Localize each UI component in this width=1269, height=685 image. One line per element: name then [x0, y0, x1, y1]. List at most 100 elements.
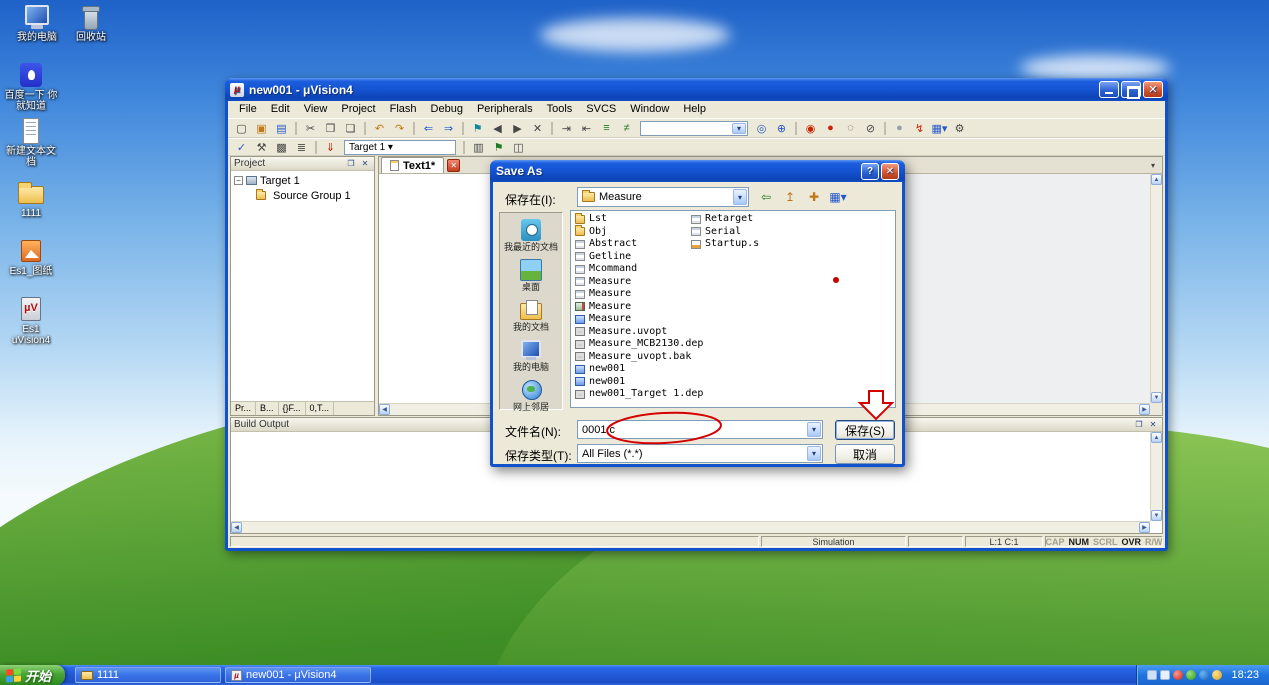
new-folder-button[interactable]: ✚ — [803, 187, 825, 207]
simulation-sphere-button[interactable]: ● — [890, 120, 909, 136]
navigate-forward-button[interactable]: ⇒ — [439, 120, 458, 136]
chevron-down-icon[interactable]: ▾ — [733, 189, 747, 205]
build-vertical-scrollbar[interactable]: ▲ ▼ — [1150, 432, 1162, 521]
outdent-button[interactable]: ⇤ — [577, 120, 596, 136]
maximize-button[interactable] — [1121, 81, 1141, 99]
toolbar-separator[interactable] — [795, 121, 797, 135]
find-button[interactable]: ◎ — [752, 120, 771, 136]
file-item[interactable]: Mcommand — [575, 263, 703, 276]
download-button[interactable]: ⇓ — [321, 139, 340, 155]
tray-safety-icon[interactable] — [1186, 670, 1197, 680]
toolbar-separator[interactable] — [364, 121, 366, 135]
open-file-button[interactable]: ▣ — [252, 120, 271, 136]
file-item[interactable]: Startup.s — [691, 238, 759, 251]
tree-item-source-group[interactable]: Source Group 1 — [234, 188, 374, 203]
bookmark-toggle-button[interactable]: ⚑ — [468, 120, 487, 136]
file-item[interactable]: Lst — [575, 212, 703, 226]
place-my-computer[interactable]: 我的电脑 — [501, 339, 561, 372]
toolbar-separator[interactable] — [315, 140, 317, 154]
select-target-button[interactable]: ▥ — [469, 139, 488, 155]
menu-flash[interactable]: Flash — [383, 101, 424, 118]
taskbar-clock[interactable]: 18:23 — [1231, 669, 1259, 681]
panel-dock-button[interactable]: ❐ — [1133, 419, 1145, 430]
toolbar-separator[interactable] — [463, 140, 465, 154]
uncomment-button[interactable]: ≠ — [617, 120, 636, 136]
toolbar-separator[interactable] — [462, 121, 464, 135]
tray-network-icon[interactable] — [1199, 670, 1210, 680]
file-item[interactable]: Measure — [575, 276, 703, 289]
target-select-combo[interactable]: Target 1 ▾ — [344, 139, 456, 155]
configure-button[interactable]: ⚙ — [950, 120, 969, 136]
desktop-icon-my-computer[interactable]: 我的电脑 — [8, 4, 66, 43]
tree-item-target[interactable]: − Target 1 — [234, 173, 374, 188]
panel-dock-button[interactable]: ❐ — [345, 158, 357, 169]
panel-close-button[interactable]: ✕ — [1147, 419, 1159, 430]
view-menu-button[interactable]: ▦▾ — [827, 187, 849, 207]
menu-project[interactable]: Project — [334, 101, 382, 118]
breakpoint-toggle-button[interactable]: ● — [821, 120, 840, 136]
save-in-combo[interactable]: Measure ▾ — [577, 187, 749, 207]
copy-button[interactable]: ❐ — [321, 120, 340, 136]
file-item[interactable]: Obj — [575, 225, 703, 239]
file-item[interactable]: new001 — [575, 363, 703, 376]
place-my-documents[interactable]: 我的文档 — [501, 299, 561, 332]
file-item[interactable]: Measure — [575, 301, 703, 314]
find-combo[interactable]: ▾ — [640, 120, 748, 136]
scroll-down-button[interactable]: ▼ — [1151, 392, 1162, 403]
back-button[interactable]: ⇦ — [755, 187, 777, 207]
up-level-button[interactable]: ↥ — [779, 187, 801, 207]
rebuild-button[interactable]: ▩ — [272, 139, 291, 155]
file-item[interactable]: Measure_MCB2130.dep — [575, 338, 703, 351]
tray-display-icon[interactable] — [1147, 670, 1158, 680]
help-button[interactable]: ? — [861, 162, 879, 180]
scroll-left-button[interactable]: ◀ — [379, 404, 390, 415]
toolbar-separator[interactable] — [413, 121, 415, 135]
translate-button[interactable]: ✓ — [232, 139, 251, 155]
menu-edit[interactable]: Edit — [264, 101, 297, 118]
scroll-up-button[interactable]: ▲ — [1151, 174, 1162, 185]
save-file-button[interactable]: ▤ — [272, 120, 291, 136]
tab-project[interactable]: Pr... — [231, 402, 257, 415]
file-item[interactable]: new001 — [575, 376, 703, 389]
paste-button[interactable]: ❏ — [341, 120, 360, 136]
window-layout-button[interactable]: ▦▾ — [930, 120, 949, 136]
flash-download-button[interactable]: ↯ — [910, 120, 929, 136]
file-item[interactable]: Retarget — [691, 213, 759, 226]
menu-help[interactable]: Help — [676, 101, 713, 118]
taskbar-task-1111[interactable]: 1111 — [75, 667, 222, 683]
navigate-back-button[interactable]: ⇐ — [419, 120, 438, 136]
scroll-up-button[interactable]: ▲ — [1151, 432, 1162, 443]
save-button[interactable]: 保存(S) — [835, 420, 895, 440]
cancel-button[interactable]: 取消 — [835, 444, 895, 464]
menu-file[interactable]: File — [232, 101, 264, 118]
filename-input[interactable]: 0001.c ▾ — [577, 420, 823, 439]
menu-peripherals[interactable]: Peripherals — [470, 101, 540, 118]
desktop-icon-es1-uvision4[interactable]: Es1 uVision4 — [2, 296, 60, 346]
breakpoint-disable-button[interactable]: ◌ — [841, 120, 860, 136]
close-button[interactable]: ✕ — [1143, 81, 1163, 98]
tab-templates[interactable]: 0,T... — [305, 402, 335, 415]
taskbar-task-uvision[interactable]: new001 - μVision4 — [225, 667, 372, 683]
bookmark-prev-button[interactable]: ◀ — [488, 120, 507, 136]
tab-list-button[interactable]: ▾ — [1146, 159, 1160, 172]
chevron-down-icon[interactable]: ▾ — [388, 142, 393, 153]
tree-collapse-icon[interactable]: − — [234, 176, 243, 185]
tab-functions[interactable]: {}F... — [278, 402, 306, 415]
chevron-down-icon[interactable]: ▾ — [807, 446, 821, 461]
editor-tab-text1[interactable]: Text1* — [381, 157, 445, 173]
place-recent-documents[interactable]: 我最近的文档 — [501, 219, 561, 252]
desktop-icon-baidu[interactable]: 百度一下 你就知道 — [2, 62, 60, 112]
editor-vertical-scrollbar[interactable]: ▲ ▼ — [1150, 174, 1162, 403]
flag-button[interactable]: ⚑ — [489, 139, 508, 155]
breakpoint-kill-button[interactable]: ⊘ — [861, 120, 880, 136]
indent-button[interactable]: ⇥ — [557, 120, 576, 136]
find-in-files-button[interactable]: ⊕ — [772, 120, 791, 136]
file-item[interactable]: Measure_uvopt.bak — [575, 351, 703, 364]
chevron-down-icon[interactable]: ▾ — [732, 122, 746, 134]
tray-security-icon[interactable] — [1173, 670, 1184, 680]
toolbar-separator[interactable] — [884, 121, 886, 135]
menu-debug[interactable]: Debug — [424, 101, 470, 118]
menu-view[interactable]: View — [297, 101, 335, 118]
cut-button[interactable]: ✂ — [301, 120, 320, 136]
tray-ime-icon[interactable] — [1160, 670, 1171, 680]
